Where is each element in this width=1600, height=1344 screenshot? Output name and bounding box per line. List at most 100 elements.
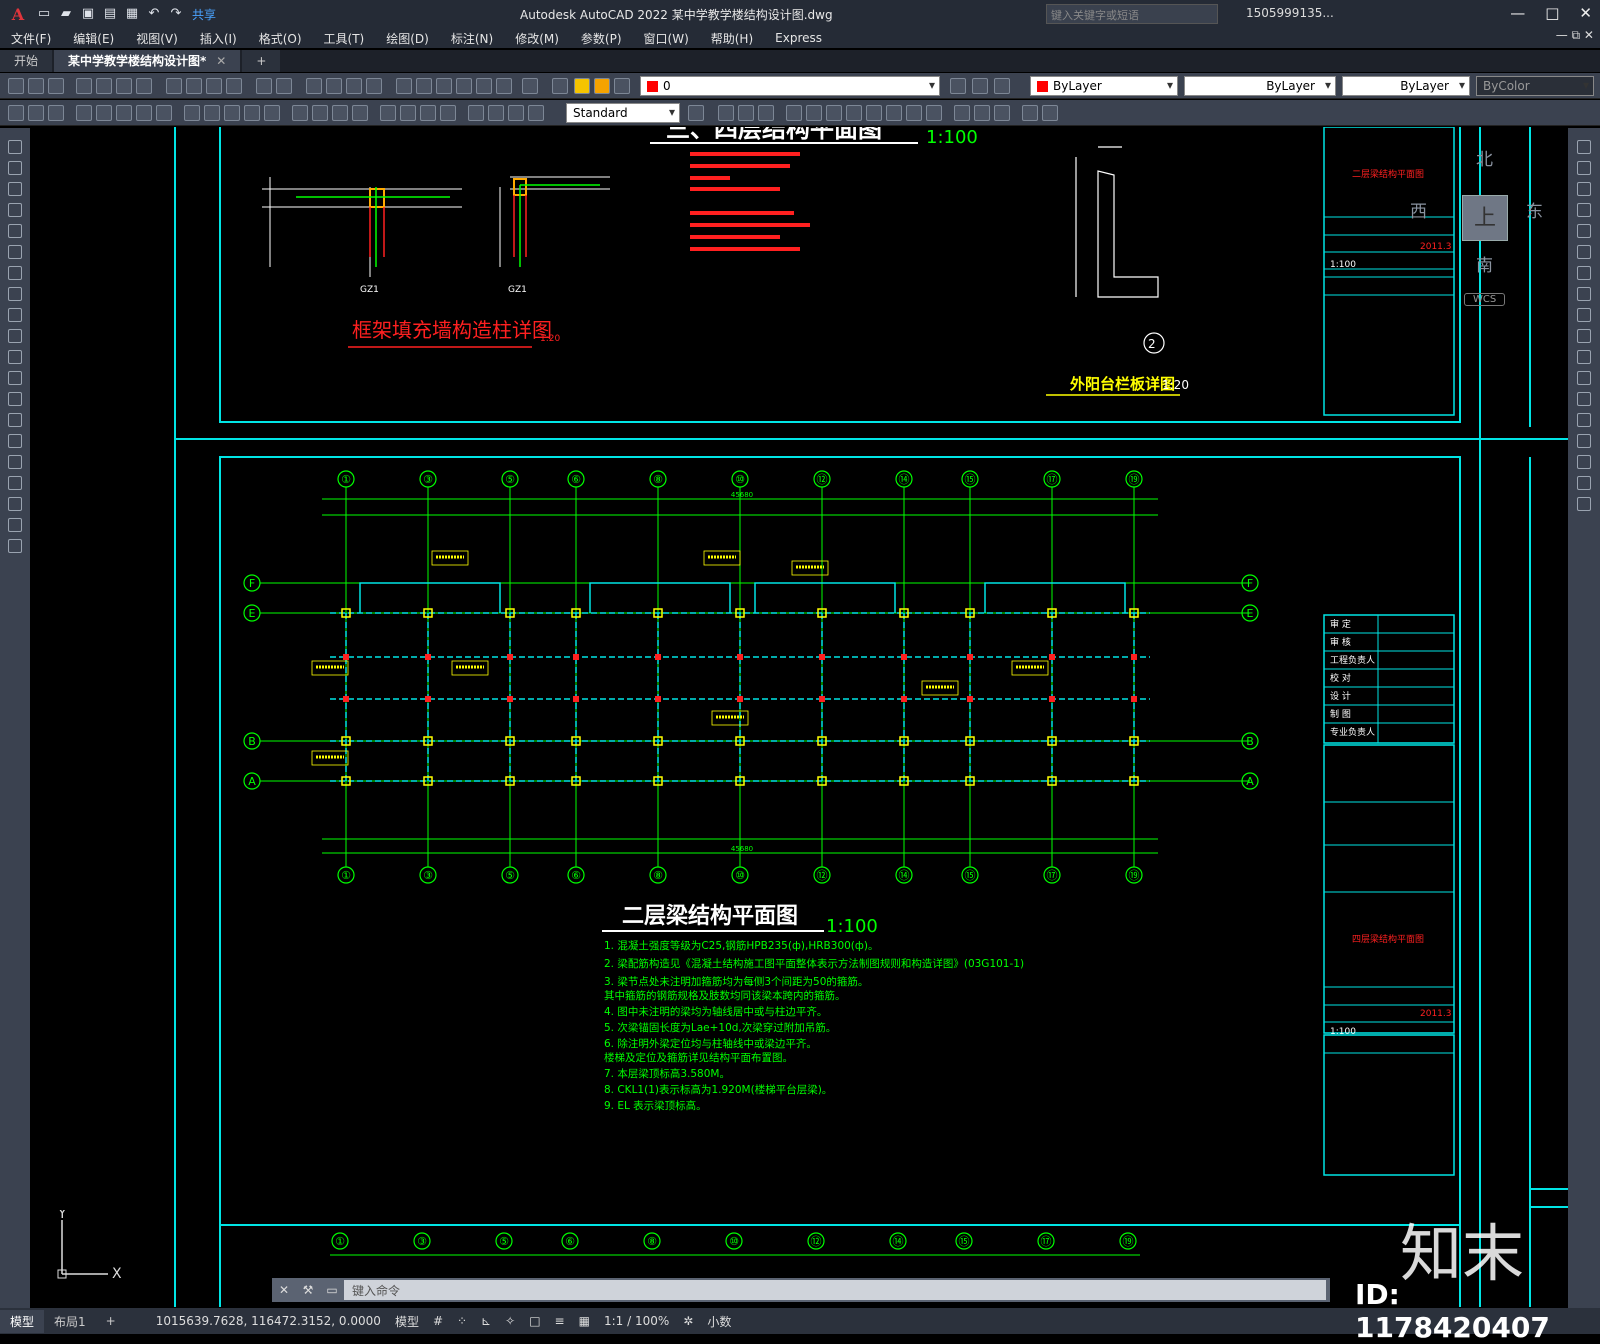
construction-line-icon[interactable] [8,161,22,175]
circle-icon[interactable] [8,266,22,280]
minimize-icon[interactable]: — [1510,4,1525,22]
dim-break-icon[interactable] [264,105,280,121]
mtext-icon[interactable] [8,518,22,532]
menu-item-format[interactable]: 格式(O) [248,30,313,47]
menu-item-help[interactable]: 帮助(H) [700,30,764,47]
inspect-icon[interactable] [332,105,348,121]
new-icon[interactable] [8,78,24,94]
ellipse-icon[interactable] [8,329,22,343]
text-edit-icon[interactable] [688,105,704,121]
dim-space-icon[interactable] [244,105,260,121]
dim-radius-icon[interactable] [96,105,112,121]
drawing-canvas[interactable]: 三、四层结构平面图 1:100 GZ1 GZ1 框架填充墙构造柱详图 1:20 [30,127,1568,1307]
new-tab-button[interactable]: + [242,50,281,72]
menu-item-parametric[interactable]: 参数(P) [570,30,633,47]
join-icon[interactable] [1577,413,1591,427]
dim-diameter-icon[interactable] [136,105,152,121]
multiline-text-icon[interactable] [488,105,504,121]
copy-object-icon[interactable] [1577,161,1591,175]
layer-properties-icon[interactable] [552,78,568,94]
add-layout-button[interactable]: + [96,1311,126,1331]
hatch-icon[interactable] [8,434,22,448]
zoom-window-icon[interactable] [346,78,362,94]
linetype-dropdown[interactable]: ByLayer [1184,76,1336,96]
match-properties-icon[interactable] [226,78,242,94]
extrude-icon[interactable] [846,105,862,121]
new-icon[interactable]: ▭ [36,6,52,22]
design-center-icon[interactable] [416,78,432,94]
west-label[interactable]: 西 [1410,197,1427,222]
lock-icon[interactable] [614,78,630,94]
point-icon[interactable] [8,413,22,427]
fillet-icon[interactable] [1577,455,1591,469]
close-cmd-icon[interactable]: ✕ [272,1283,296,1297]
extend-icon[interactable] [1577,350,1591,364]
tool-palettes-icon[interactable] [436,78,452,94]
plotstyle-dropdown[interactable]: ByColor [1476,76,1594,96]
menu-item-edit[interactable]: 编辑(E) [62,30,125,47]
cut-icon[interactable] [166,78,182,94]
quick-dim-icon[interactable] [184,105,200,121]
publish-icon[interactable] [116,78,132,94]
tab-model[interactable]: 模型 [0,1309,45,1333]
mirror-icon[interactable] [1577,182,1591,196]
markup-icon[interactable] [476,78,492,94]
menu-item-dimension[interactable]: 标注(N) [440,30,504,47]
arc-icon[interactable] [8,245,22,259]
rectangle-icon[interactable] [8,224,22,238]
settings-icon[interactable]: ✲ [683,1314,693,1328]
conceptual-icon[interactable] [994,105,1010,121]
dim-aligned-icon[interactable] [28,105,44,121]
dim-baseline-icon[interactable] [204,105,220,121]
menu-item-file[interactable]: 文件(F) [0,30,62,47]
view-manager-icon[interactable] [1022,105,1038,121]
section-icon[interactable] [906,105,922,121]
sheet-set-icon[interactable] [456,78,472,94]
paste-icon[interactable] [206,78,222,94]
union-icon[interactable] [786,105,802,121]
help-icon[interactable] [522,78,538,94]
dim-jogged-icon[interactable] [116,105,132,121]
center-mark-icon[interactable] [312,105,328,121]
dim-angular-icon[interactable] [156,105,172,121]
make-current-layer-icon[interactable] [950,78,966,94]
preview-icon[interactable] [96,78,112,94]
revolve-icon[interactable] [866,105,882,121]
dim-arc-icon[interactable] [48,105,64,121]
text-style-icon[interactable] [468,105,484,121]
3d-print-icon[interactable] [136,78,152,94]
maximize-icon[interactable]: □ [1545,4,1559,22]
lineweight-icon[interactable]: ≡ [555,1314,565,1328]
jogged-linear-icon[interactable] [352,105,368,121]
tab-layout1[interactable]: 布局1 [44,1310,96,1333]
dim-update-icon[interactable] [420,105,436,121]
units-dropdown[interactable]: 小数 [707,1313,731,1330]
array-icon[interactable] [1577,224,1591,238]
save-icon[interactable] [48,78,64,94]
lightbulb-icon[interactable] [574,78,590,94]
model-space-button[interactable]: 模型 [395,1313,419,1330]
dim-text-edit-icon[interactable] [400,105,416,121]
grid-icon[interactable]: # [433,1314,443,1328]
ortho-icon[interactable]: ⊾ [481,1314,491,1328]
save-icon[interactable]: ▣ [80,6,96,22]
mleader-style-icon[interactable] [528,105,544,121]
realistic-icon[interactable] [974,105,990,121]
layer-states-icon[interactable] [994,78,1010,94]
break-point-icon[interactable] [1577,371,1591,385]
quickcalc-icon[interactable] [496,78,512,94]
color-dropdown[interactable]: ByLayer [1030,76,1178,96]
wcs-menu[interactable]: WCS [1464,293,1506,306]
polar-icon[interactable]: ✧ [505,1314,515,1328]
erase-icon[interactable] [1577,140,1591,154]
menu-item-window[interactable]: 窗口(W) [633,30,700,47]
east-label[interactable]: 东 [1526,197,1543,222]
zoom-realtime-icon[interactable] [326,78,342,94]
insert-block-icon[interactable] [8,371,22,385]
dim-edit-icon[interactable] [380,105,396,121]
sun-icon[interactable] [594,78,610,94]
subtract-icon[interactable] [806,105,822,121]
dim-style-icon[interactable] [440,105,456,121]
slice-icon[interactable] [886,105,902,121]
undo-icon[interactable]: ↶ [146,6,162,22]
